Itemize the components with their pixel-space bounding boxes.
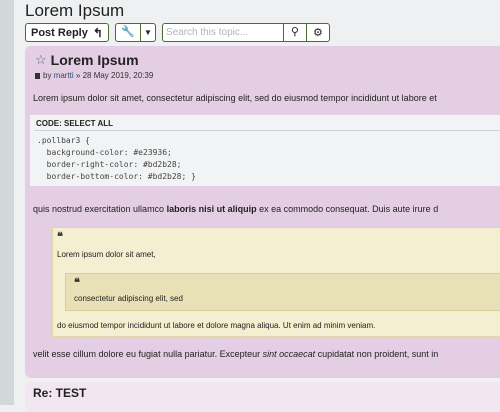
search-icon[interactable]: ⚲	[284, 24, 307, 41]
quote-text: Lorem ipsum dolor sit amet,	[57, 250, 156, 259]
chevron-down-icon[interactable]: ▼	[141, 28, 155, 37]
gear-icon[interactable]: ⚙	[307, 26, 329, 39]
byline-prefix: by	[43, 71, 54, 80]
code-line: border-bottom-color: #bd2b28; }	[37, 172, 196, 181]
action-bar: Post Reply ↰ 🔧 ▼ Search this topic... ⚲ …	[25, 23, 330, 42]
post-header: ☆ Lorem Ipsum	[35, 52, 139, 68]
post: ☆ Lorem Ipsum by martti » 28 May 2019, 2…	[25, 46, 500, 378]
author-link[interactable]: martti	[54, 71, 74, 80]
quote-text: do eiusmod tempor incididunt ut labore e…	[57, 321, 376, 330]
post-paragraph: velit esse cillum dolore eu fugiat nulla…	[33, 349, 439, 359]
post-title[interactable]: Re: TEST	[33, 386, 86, 400]
code-line: background-color: #e23936;	[37, 148, 172, 157]
left-margin	[0, 0, 14, 405]
code-box: CODE: SELECT ALL .pollbar3 { background-…	[30, 115, 500, 186]
star-icon[interactable]: ☆	[35, 52, 47, 68]
post: Re: TEST	[25, 382, 500, 412]
code-line: border-right-color: #bd2b28;	[37, 160, 182, 169]
post-paragraph: Lorem ipsum dolor sit amet, consectetur …	[33, 93, 437, 103]
search-input[interactable]: Search this topic...	[163, 24, 284, 41]
quote-icon: ❝	[57, 230, 63, 243]
wrench-icon[interactable]: 🔧	[116, 24, 141, 41]
post-byline: by martti » 28 May 2019, 20:39	[35, 71, 153, 80]
post-reply-button[interactable]: Post Reply ↰	[25, 23, 109, 42]
quote-text: consectetur adipiscing elit, sed	[74, 294, 183, 303]
code-line: .pollbar3 {	[37, 136, 90, 145]
blockquote: ❝ Lorem ipsum dolor sit amet, ❝ consecte…	[52, 227, 500, 337]
post-icon[interactable]	[35, 73, 40, 79]
quote-icon: ❝	[74, 276, 80, 289]
post-title[interactable]: Lorem Ipsum	[51, 52, 139, 68]
post-reply-label: Post Reply	[31, 26, 88, 39]
post-paragraph: quis nostrud exercitation ullamco labori…	[33, 204, 439, 214]
code-divider	[34, 130, 500, 131]
reply-icon: ↰	[92, 25, 103, 40]
topic-search-box: Search this topic... ⚲ ⚙	[161, 23, 330, 42]
topic-tools-dropdown[interactable]: 🔧 ▼	[114, 23, 156, 42]
select-all-link[interactable]: CODE: SELECT ALL	[36, 119, 113, 128]
post-date: » 28 May 2019, 20:39	[73, 71, 154, 80]
nested-blockquote: ❝ consectetur adipiscing elit, sed	[65, 273, 500, 311]
page-title: Lorem Ipsum	[25, 1, 125, 20]
